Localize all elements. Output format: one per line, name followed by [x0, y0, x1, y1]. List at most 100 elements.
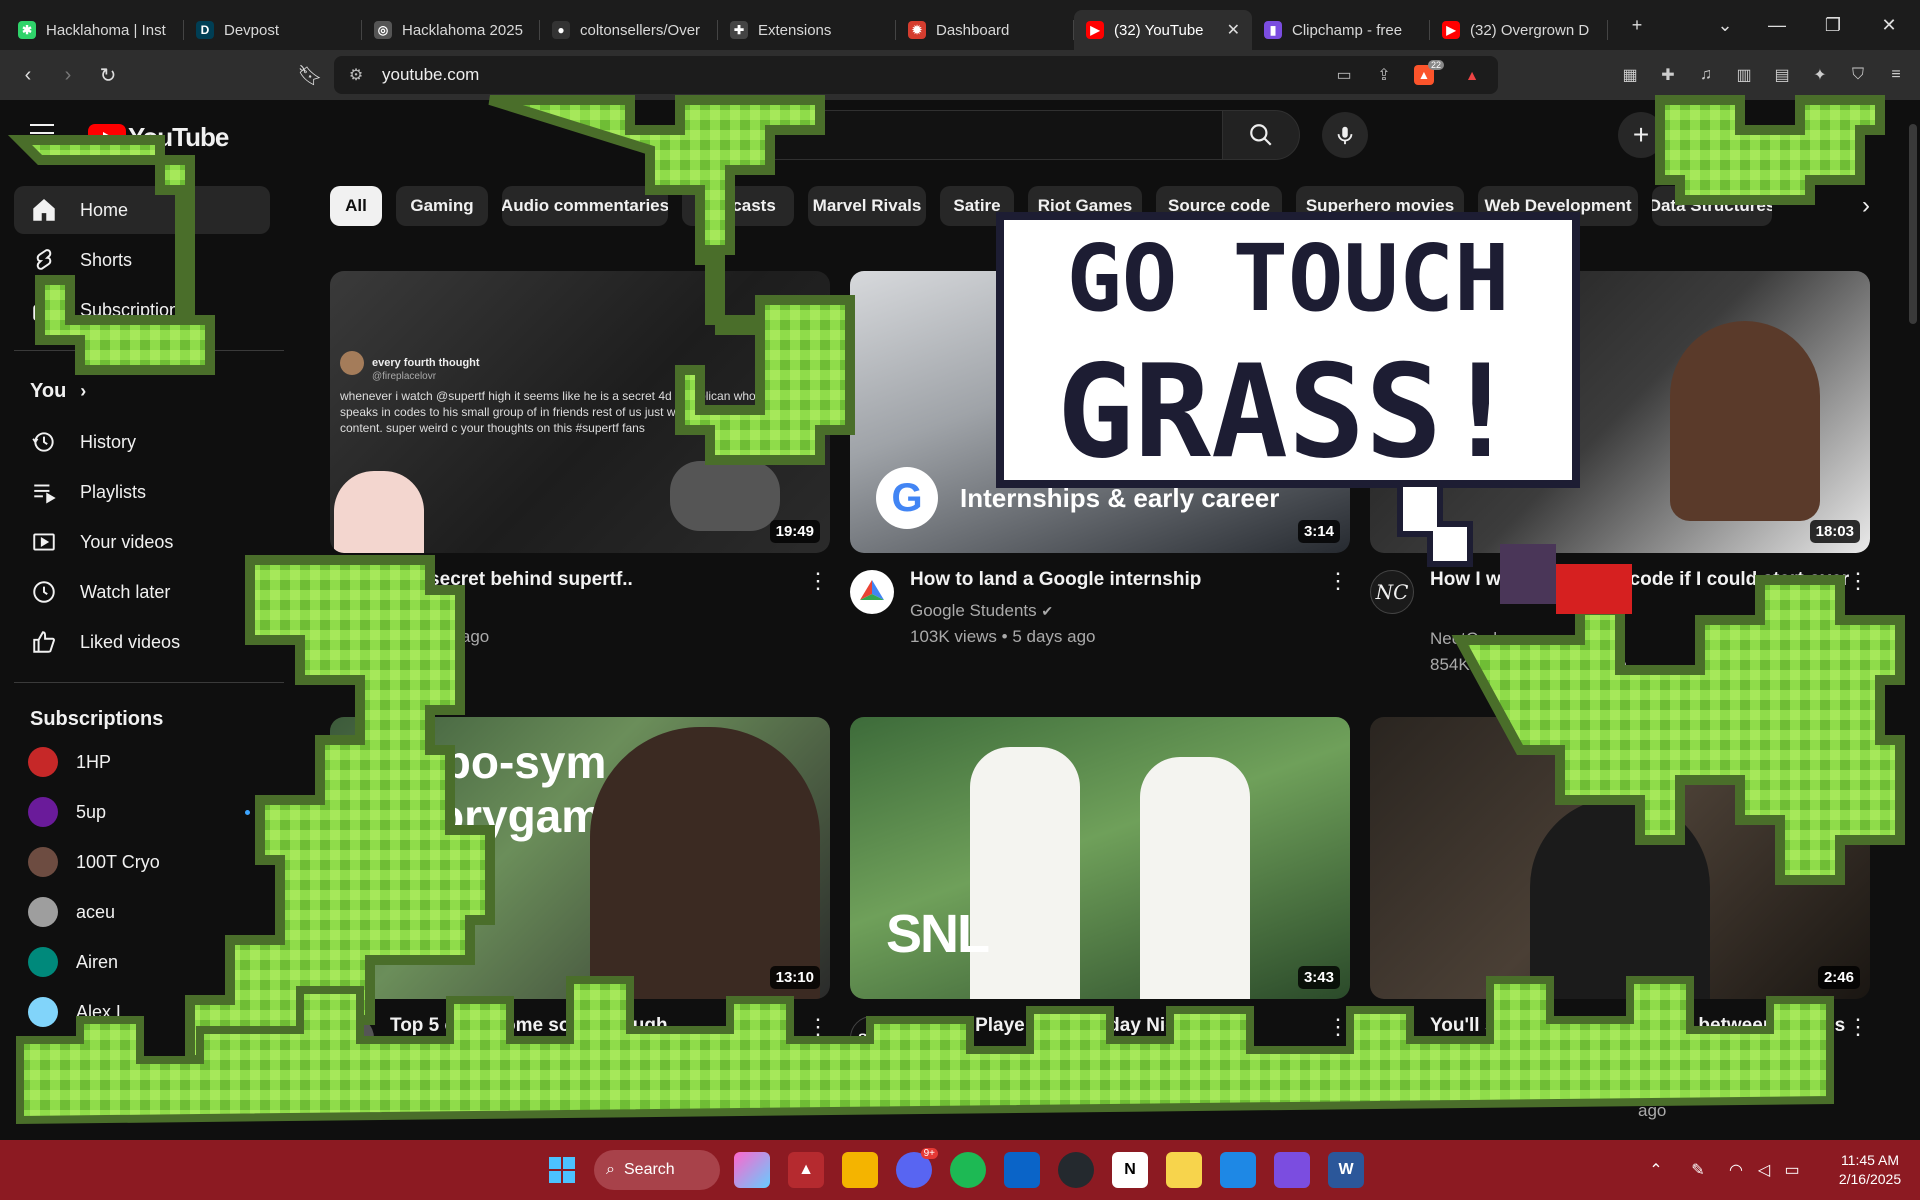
- sidebar-you-header[interactable]: You ›: [30, 380, 86, 403]
- brave-browser-icon[interactable]: ▲: [788, 1152, 824, 1188]
- forward-button[interactable]: ›: [50, 57, 86, 93]
- share-icon[interactable]: ⇪: [1374, 65, 1394, 85]
- tab-search-chevron-icon[interactable]: ⌄: [1702, 0, 1748, 50]
- browser-tab[interactable]: D Devpost: [184, 10, 362, 50]
- channel-avatar[interactable]: [1370, 1016, 1414, 1060]
- sidebar-item-shorts[interactable]: Shorts: [14, 236, 270, 284]
- youtube-logo[interactable]: YouTube: [88, 122, 229, 153]
- vscode-icon[interactable]: [1220, 1152, 1256, 1188]
- video-title[interactable]: The secret behind supertf..: [390, 566, 810, 594]
- search-input[interactable]: [700, 110, 1222, 160]
- channel-name[interactable]: Google Students ✔: [910, 598, 1053, 624]
- vpn-icon[interactable]: ⛉: [1846, 63, 1870, 87]
- github-desktop-icon[interactable]: [1058, 1152, 1094, 1188]
- notion-icon[interactable]: N: [1112, 1152, 1148, 1188]
- filter-chip[interactable]: Source code: [1156, 186, 1282, 226]
- windows-start-icon[interactable]: [544, 1152, 580, 1188]
- create-button[interactable]: +: [1618, 112, 1664, 158]
- more-actions-icon[interactable]: ⋮: [1847, 566, 1869, 596]
- taskbar-clock[interactable]: 11:45 AM 2/16/2025: [1830, 1151, 1910, 1189]
- sticky-notes-icon[interactable]: [1166, 1152, 1202, 1188]
- leo-ai-icon[interactable]: ✦: [1808, 63, 1832, 87]
- channel-avatar[interactable]: NC: [1370, 570, 1414, 614]
- cast-icon[interactable]: ▭: [1334, 65, 1354, 85]
- browser-tab[interactable]: ▶ (32) YouTube ✕: [1074, 10, 1252, 50]
- chip-next-chevron-icon[interactable]: ›: [1846, 186, 1886, 226]
- filter-chip[interactable]: Audio commentaries: [502, 186, 668, 226]
- extension-grass-icon[interactable]: ▦: [1618, 63, 1642, 87]
- filter-chip[interactable]: Gaming: [396, 186, 488, 226]
- video-thumbnail[interactable]: Topo-sym Storygame 13:10: [330, 717, 830, 999]
- menu-icon[interactable]: ≡: [1884, 63, 1908, 87]
- clipchamp-icon[interactable]: [1274, 1152, 1310, 1188]
- video-thumbnail[interactable]: G Internships & early career 3:14: [850, 271, 1350, 553]
- sidebar-item-liked-videos[interactable]: Liked videos: [14, 618, 270, 666]
- filter-chip[interactable]: Satire: [940, 186, 1014, 226]
- maximize-button[interactable]: ❐: [1810, 0, 1856, 50]
- sidebar-item-your-videos[interactable]: Your videos: [14, 518, 270, 566]
- more-actions-icon[interactable]: ⋮: [807, 1012, 829, 1042]
- copilot-icon[interactable]: [734, 1152, 770, 1188]
- video-thumbnail[interactable]: SNL 3:43: [850, 717, 1350, 999]
- show-more-button[interactable]: ⌄ Show more: [14, 1084, 270, 1132]
- more-actions-icon[interactable]: ⋮: [1327, 566, 1349, 596]
- video-title[interactable]: Top 5 can't come soon enough: [390, 1012, 810, 1040]
- voice-search-button[interactable]: [1322, 112, 1368, 158]
- wallet-icon[interactable]: ▤: [1770, 63, 1794, 87]
- channel-name[interactable]: NeetCode: [1430, 626, 1507, 652]
- filter-chip[interactable]: Marvel Rivals: [808, 186, 926, 226]
- browser-tab[interactable]: ▶ (32) Overgrown D: [1430, 10, 1608, 50]
- search-button[interactable]: [1222, 110, 1300, 160]
- guide-menu-icon[interactable]: [30, 124, 54, 142]
- sidebar-subscription-item[interactable]: 5up: [14, 788, 270, 836]
- word-icon[interactable]: W: [1328, 1152, 1364, 1188]
- sidebar-subscription-item[interactable]: aceu: [14, 888, 270, 936]
- sidebar-item-playlists[interactable]: Playlists: [14, 468, 270, 516]
- discord-icon[interactable]: 9+: [896, 1148, 938, 1188]
- browser-tab[interactable]: ✚ Extensions: [718, 10, 896, 50]
- filter-chip[interactable]: Web Development: [1478, 186, 1638, 226]
- battery-icon[interactable]: ▭: [1774, 1152, 1810, 1188]
- scrollbar-thumb[interactable]: [1909, 124, 1917, 324]
- new-tab-button[interactable]: +: [1614, 0, 1660, 50]
- spotify-icon[interactable]: [950, 1152, 986, 1188]
- minimize-button[interactable]: —: [1754, 0, 1800, 50]
- sidebar-subscription-item[interactable]: Alex L: [14, 988, 270, 1036]
- sidebar-subscription-item[interactable]: Airen: [14, 938, 270, 986]
- filter-chip[interactable]: Riot Games: [1028, 186, 1142, 226]
- filter-chip[interactable]: Superhero movies: [1296, 186, 1464, 226]
- video-title[interactable]: Tennis Players - Saturday Night Live: [910, 1012, 1330, 1040]
- channel-name[interactable]: Saturday Night Live: [910, 1044, 1058, 1070]
- browser-tab[interactable]: ✹ Dashboard: [896, 10, 1074, 50]
- tray-chevron-up-icon[interactable]: ⌃: [1638, 1152, 1674, 1188]
- media-icon[interactable]: ♫: [1694, 63, 1718, 87]
- video-title[interactable]: How I would learn leetcode if I could st…: [1430, 566, 1850, 594]
- sidebar-subscription-item[interactable]: Artist: [14, 1038, 270, 1086]
- extensions-puzzle-icon[interactable]: ✚: [1656, 63, 1680, 87]
- channel-avatar[interactable]: [330, 1016, 374, 1060]
- sidebar-subscription-item[interactable]: 1HP: [14, 738, 270, 786]
- video-thumbnail[interactable]: 18:03: [1370, 271, 1870, 553]
- sidebar-item-home[interactable]: Home: [14, 186, 270, 234]
- page-scrollbar[interactable]: [1906, 100, 1920, 1140]
- filter-chip[interactable]: Data Structures: [1652, 186, 1772, 226]
- taskbar-search-button[interactable]: ⌕ Search: [594, 1150, 720, 1190]
- more-actions-icon[interactable]: ⋮: [807, 566, 829, 596]
- filter-chip[interactable]: Podcasts: [682, 186, 794, 226]
- video-thumbnail[interactable]: every fourth thought @fireplacelovr when…: [330, 271, 830, 553]
- sidebar-item-subscriptions[interactable]: Subscriptions: [14, 286, 270, 334]
- more-actions-icon[interactable]: ⋮: [1847, 1012, 1869, 1042]
- close-window-button[interactable]: ✕: [1866, 0, 1912, 50]
- pen-icon[interactable]: ✎: [1680, 1152, 1716, 1188]
- reload-button[interactable]: ↻: [90, 57, 126, 93]
- browser-tab[interactable]: ● coltonsellers/Over: [540, 10, 718, 50]
- bookmark-icon[interactable]: 🔖︎: [292, 57, 328, 93]
- sidebar-toggle-icon[interactable]: ▥: [1732, 63, 1756, 87]
- site-info-icon[interactable]: ⚙︎: [346, 65, 366, 85]
- filter-chip[interactable]: All: [330, 186, 382, 226]
- file-explorer-icon[interactable]: [842, 1152, 878, 1188]
- brave-rewards-icon[interactable]: ▲: [1462, 65, 1482, 85]
- channel-avatar[interactable]: [850, 570, 894, 614]
- sidebar-item-history[interactable]: History: [14, 418, 270, 466]
- browser-tab[interactable]: ◎ Hacklahoma 2025: [362, 10, 540, 50]
